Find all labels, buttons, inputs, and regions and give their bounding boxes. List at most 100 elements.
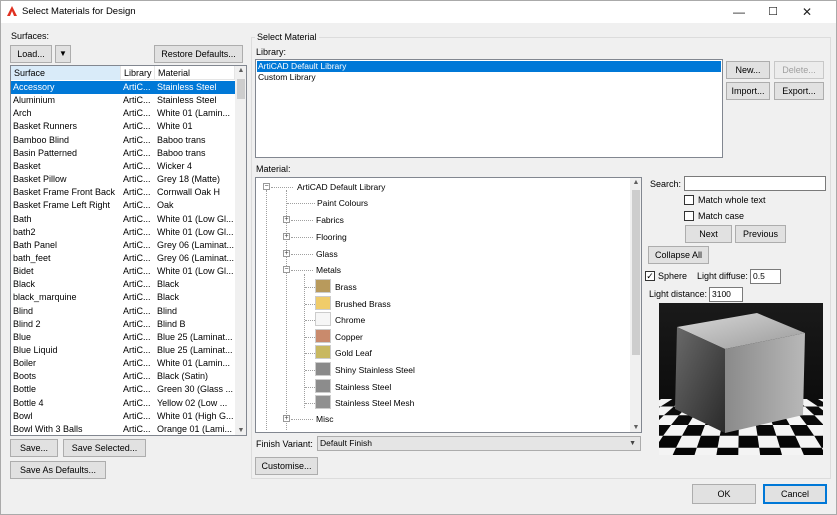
table-row[interactable]: Basin Patterned ArtiC... Baboo trans xyxy=(11,147,235,160)
collapse-icon[interactable]: − xyxy=(263,183,270,190)
load-button[interactable]: Load... xyxy=(10,45,52,63)
surfaces-scrollbar[interactable]: ▲ ▼ xyxy=(235,66,246,435)
expand-icon[interactable]: + xyxy=(283,415,290,422)
tree-item-material[interactable]: Brass xyxy=(335,281,357,293)
table-row[interactable]: Basket Pillow ArtiC... Grey 18 (Matte) xyxy=(11,173,235,186)
tree-item-glass[interactable]: Glass xyxy=(316,248,338,260)
light-distance-input[interactable]: 3100 xyxy=(709,287,743,302)
collapse-icon[interactable]: − xyxy=(283,266,290,273)
light-diffuse-input[interactable]: 0.5 xyxy=(750,269,781,284)
scroll-up-icon[interactable]: ▲ xyxy=(630,179,641,186)
tree-item-material[interactable]: Stainless Steel Mesh xyxy=(335,397,414,409)
cancel-button[interactable]: Cancel xyxy=(763,484,827,504)
maximize-icon[interactable]: ☐ xyxy=(756,1,790,23)
scroll-up-icon[interactable]: ▲ xyxy=(235,67,246,74)
save-selected-button[interactable]: Save Selected... xyxy=(63,439,146,457)
library-item[interactable]: ArtiCAD Default Library xyxy=(257,61,721,72)
table-row[interactable]: Basket ArtiC... Wicker 4 xyxy=(11,160,235,173)
sphere-checkbox[interactable]: ✓ xyxy=(645,271,655,281)
match-case-checkbox[interactable] xyxy=(684,211,694,221)
expand-icon[interactable]: + xyxy=(283,250,290,257)
tree-item-paint-colours[interactable]: Paint Colours xyxy=(317,197,368,209)
tree-item-metals[interactable]: Metals xyxy=(316,264,341,276)
column-material[interactable]: Material xyxy=(155,66,235,80)
table-row[interactable]: Bottle 4 ArtiC... Yellow 02 (Low ... xyxy=(11,397,235,410)
save-as-defaults-button[interactable]: Save As Defaults... xyxy=(10,461,106,479)
surfaces-scroll-thumb[interactable] xyxy=(237,79,245,99)
tree-item-material[interactable]: Brushed Brass xyxy=(335,298,391,310)
delete-library-button[interactable]: Delete... xyxy=(774,61,824,79)
cell-material: Grey 06 (Laminat... xyxy=(157,239,235,250)
close-icon[interactable]: ✕ xyxy=(790,1,824,23)
collapse-all-button[interactable]: Collapse All xyxy=(648,246,709,264)
table-row[interactable]: Boots ArtiC... Black (Satin) xyxy=(11,370,235,383)
next-button[interactable]: Next xyxy=(685,225,732,243)
surfaces-list[interactable]: Surface Library Material Accessory ArtiC.… xyxy=(10,65,247,436)
search-input[interactable] xyxy=(684,176,826,191)
import-button[interactable]: Import... xyxy=(726,82,770,100)
save-button[interactable]: Save... xyxy=(10,439,58,457)
export-button[interactable]: Export... xyxy=(774,82,824,100)
scroll-down-icon[interactable]: ▼ xyxy=(630,424,641,431)
table-row[interactable]: black_marquine ArtiC... Black xyxy=(11,291,235,304)
expand-icon[interactable]: + xyxy=(283,233,290,240)
table-row[interactable]: Basket Frame Front Back ArtiC... Cornwall … xyxy=(11,186,235,199)
cell-material: White 01 (Low Gl... xyxy=(157,226,234,237)
tree-item-material[interactable]: Stainless Steel xyxy=(335,381,391,393)
tree-root[interactable]: ArtiCAD Default Library xyxy=(297,181,385,193)
tree-item-material[interactable]: Copper xyxy=(335,331,363,343)
material-tree[interactable]: − ArtiCAD Default Library Paint Colours … xyxy=(255,177,642,433)
table-row[interactable]: Blue ArtiC... Blue 25 (Laminat... xyxy=(11,331,235,344)
expand-icon[interactable]: + xyxy=(283,216,290,223)
tree-scrollbar[interactable]: ▲ ▼ xyxy=(630,178,641,432)
table-row[interactable]: Boiler ArtiC... White 01 (Lamin... xyxy=(11,357,235,370)
restore-defaults-button[interactable]: Restore Defaults... xyxy=(154,45,243,63)
table-row[interactable]: Basket Frame Left Right ArtiC... Oak xyxy=(11,199,235,212)
table-row[interactable]: bath_feet ArtiC... Grey 06 (Laminat... xyxy=(11,252,235,265)
table-row[interactable]: Bamboo Blind ArtiC... Baboo trans xyxy=(11,134,235,147)
load-dropdown-button[interactable]: ▼ xyxy=(55,45,71,63)
tree-item-fabrics[interactable]: Fabrics xyxy=(316,214,344,226)
table-row[interactable]: bath2 ArtiC... White 01 (Low Gl... xyxy=(11,226,235,239)
customise-button[interactable]: Customise... xyxy=(255,457,318,475)
cell-library: ArtiC... xyxy=(123,174,151,185)
scroll-down-icon[interactable]: ▼ xyxy=(235,427,246,434)
previous-button[interactable]: Previous xyxy=(735,225,786,243)
table-row[interactable]: Aluminium ArtiC... Stainless Steel xyxy=(11,94,235,107)
material-swatch xyxy=(315,295,331,310)
title-bar: Select Materials for Design — ☐ ✕ xyxy=(1,1,836,23)
new-library-button[interactable]: New... xyxy=(726,61,770,79)
tree-item-material[interactable]: Chrome xyxy=(335,314,365,326)
cell-material: Stainless Steel xyxy=(157,82,217,92)
table-row[interactable]: Bidet ArtiC... White 01 (Low Gl... xyxy=(11,265,235,278)
table-row[interactable]: Bottle ArtiC... Green 30 (Glass ... xyxy=(11,383,235,396)
cell-material: Green 30 (Glass ... xyxy=(157,384,234,395)
tree-scroll-thumb[interactable] xyxy=(632,190,640,355)
library-item[interactable]: Custom Library xyxy=(257,72,721,83)
table-row[interactable]: Blue Liquid ArtiC... Blue 25 (Laminat... xyxy=(11,344,235,357)
table-row[interactable]: Bowl ArtiC... White 01 (High G... xyxy=(11,410,235,423)
table-row[interactable]: Bath Panel ArtiC... Grey 06 (Laminat... xyxy=(11,239,235,252)
table-row[interactable]: Blind ArtiC... Blind xyxy=(11,305,235,318)
tree-item-material[interactable]: Gold Leaf xyxy=(335,347,372,359)
cell-material: White 01 xyxy=(157,121,193,132)
table-row[interactable]: Black ArtiC... Black xyxy=(11,278,235,291)
material-swatch xyxy=(315,328,331,343)
table-row[interactable]: Basket Runners ArtiC... White 01 xyxy=(11,120,235,133)
table-row[interactable]: Bath ArtiC... White 01 (Low Gl... xyxy=(11,213,235,226)
tree-item-material[interactable]: Shiny Stainless Steel xyxy=(335,364,415,376)
ok-button[interactable]: OK xyxy=(692,484,756,504)
table-row[interactable]: Bowl With 3 Balls ArtiC... Orange 01 (Lami… xyxy=(11,423,235,435)
finish-variant-select[interactable]: Default Finish ▼ xyxy=(317,436,641,451)
table-row[interactable]: Arch ArtiC... White 01 (Lamin... xyxy=(11,107,235,120)
tree-item-misc[interactable]: Misc xyxy=(316,413,333,425)
library-list[interactable]: ArtiCAD Default Library Custom Library xyxy=(255,59,723,158)
table-row[interactable]: Accessory ArtiC... Stainless Steel xyxy=(11,81,235,95)
column-library[interactable]: Library xyxy=(121,66,155,80)
column-surface[interactable]: Surface xyxy=(11,66,121,80)
match-whole-text-checkbox[interactable] xyxy=(684,195,694,205)
minimize-icon[interactable]: — xyxy=(722,1,756,23)
tree-item-flooring[interactable]: Flooring xyxy=(316,231,347,243)
cell-material: White 01 (Lamin... xyxy=(157,358,231,369)
table-row[interactable]: Blind 2 ArtiC... Blind B xyxy=(11,318,235,331)
